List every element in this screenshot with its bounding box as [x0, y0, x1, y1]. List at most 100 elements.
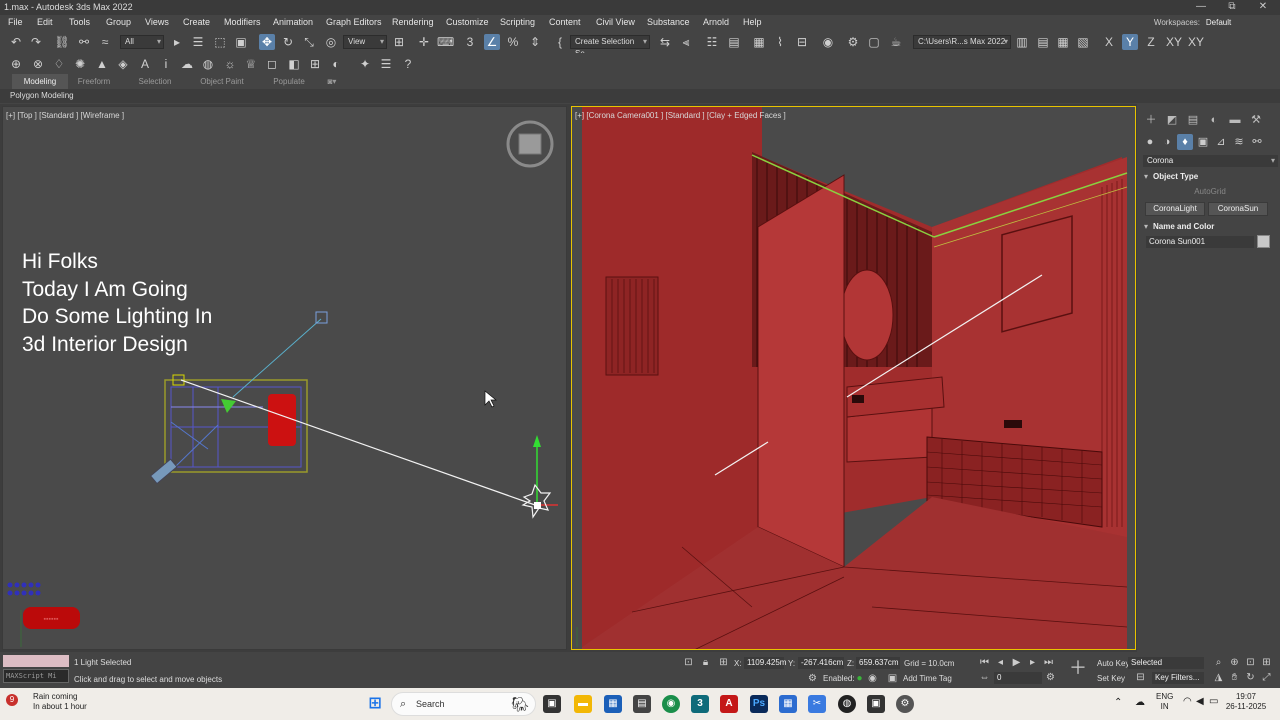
curve-editor-icon[interactable]: ⌇	[772, 34, 788, 50]
menu-arnold[interactable]: Arnold	[703, 15, 729, 30]
tab-modeling[interactable]: Modeling	[12, 74, 68, 89]
rect-selection-icon[interactable]: ⬚	[212, 34, 228, 50]
workspaces-selector[interactable]: Workspaces: Default	[1154, 15, 1231, 30]
key-filter-icon[interactable]: ⊟	[1134, 671, 1147, 684]
prev-frame-icon[interactable]: ◂	[994, 656, 1007, 669]
hierarchy-tab-icon[interactable]: ▤	[1185, 112, 1201, 128]
spotlight-icon[interactable]: ◈	[115, 56, 131, 72]
pan-icon[interactable]: ✋︎	[1228, 671, 1241, 684]
tray-chevron-icon[interactable]: ⌃	[1114, 698, 1122, 708]
time-config-icon[interactable]: ⚙	[1044, 671, 1057, 684]
store-icon[interactable]: ▦	[604, 695, 622, 713]
camera-icon[interactable]: ◐	[328, 56, 344, 72]
calculator-icon[interactable]: ▤	[633, 695, 651, 713]
object-type-rollout[interactable]: Object Type	[1144, 170, 1276, 184]
fov-icon[interactable]: ◮	[1212, 671, 1225, 684]
cameras-icon[interactable]: ▣	[1195, 134, 1211, 150]
named-selection-dropdown[interactable]: Create Selection Se	[570, 35, 650, 58]
menu-tools[interactable]: Tools	[69, 15, 90, 30]
maxscript-listener-output[interactable]	[3, 655, 69, 667]
camera-viewport-label[interactable]: [+] [Corona Camera001 ] [Standard ] [Cla…	[575, 111, 786, 120]
app-icon[interactable]: ▣	[867, 695, 885, 713]
add-time-tag[interactable]: Add Time Tag	[903, 674, 952, 683]
orbit-icon[interactable]: ↻	[1244, 671, 1257, 684]
rendered-frame-icon[interactable]: ▢	[866, 34, 882, 50]
motion-tab-icon[interactable]: ◐	[1206, 112, 1222, 128]
menu-content[interactable]: Content	[549, 15, 581, 30]
helpers-icon[interactable]: ⊿	[1213, 134, 1229, 150]
menu-file[interactable]: File	[8, 15, 23, 30]
menu-create[interactable]: Create	[183, 15, 210, 30]
language-indicator[interactable]: ENG IN	[1156, 692, 1173, 712]
scene-explorer-icon[interactable]: ☷	[704, 34, 720, 50]
selection-filter-dropdown[interactable]: All	[120, 35, 164, 49]
mirror-icon[interactable]: ⇆	[657, 34, 673, 50]
tab-selection[interactable]: Selection	[128, 74, 182, 89]
menu-views[interactable]: Views	[145, 15, 169, 30]
axis-y-button[interactable]: Y	[1122, 34, 1138, 50]
select-move-icon[interactable]: ✥	[259, 34, 275, 50]
systems-icon[interactable]: ⚯	[1249, 134, 1265, 150]
camera-viewport[interactable]: [+] [Corona Camera001 ] [Standard ] [Cla…	[571, 106, 1136, 650]
unlink-icon[interactable]: ⚯	[76, 34, 92, 50]
zoom-extents-icon[interactable]: ⊡	[1244, 656, 1257, 669]
snaps-toggle-icon[interactable]: 3	[462, 34, 478, 50]
coronalight-button[interactable]: CoronaLight	[1145, 202, 1205, 216]
project-path-dropdown[interactable]: C:\Users\R...s Max 2022	[913, 35, 1011, 49]
absolute-mode-icon[interactable]: ⊞	[717, 656, 730, 669]
edit-named-selection-icon[interactable]: {	[552, 34, 568, 50]
utilities-tab-icon[interactable]: ⚒	[1248, 112, 1264, 128]
file-explorer-icon[interactable]: ▬	[574, 695, 592, 713]
set-key-plus-icon[interactable]: ＋	[1068, 658, 1088, 678]
acrobat-icon[interactable]: A	[720, 695, 738, 713]
axis-x-button[interactable]: X	[1101, 34, 1117, 50]
calendar-icon[interactable]: ▦	[779, 695, 797, 713]
wifi-icon[interactable]: ◠	[1183, 697, 1192, 707]
menu-substance[interactable]: Substance	[647, 15, 690, 30]
save-folder-icon[interactable]: ▦	[1055, 34, 1071, 50]
speaker-icon[interactable]: ◀	[1196, 697, 1204, 707]
light-type-dropdown[interactable]: Corona	[1143, 155, 1278, 167]
project-folder-icon[interactable]: ▥	[1014, 34, 1030, 50]
menu-graph-editors[interactable]: Graph Editors	[326, 15, 382, 30]
lamp-icon[interactable]: ♕	[243, 56, 259, 72]
photoshop-icon[interactable]: Ps	[750, 695, 768, 713]
keyboard-shortcut-icon[interactable]: ⌨	[437, 34, 454, 50]
bind-space-warp-icon[interactable]: ≈	[97, 34, 113, 50]
autogrid-checkbox[interactable]: AutoGrid	[1144, 187, 1276, 196]
task-view-icon[interactable]: ▣	[543, 695, 561, 713]
help-circle-icon[interactable]: ?	[400, 56, 416, 72]
menu-group[interactable]: Group	[106, 15, 131, 30]
geometry-icon[interactable]: ●	[1142, 134, 1158, 150]
pivot-center-icon[interactable]: ⊞	[391, 34, 407, 50]
menu-edit[interactable]: Edit	[37, 15, 53, 30]
open-folder-icon[interactable]: ▤	[1035, 34, 1051, 50]
axis-xy-cycle-button[interactable]: XY	[1187, 34, 1205, 50]
axis-z-button[interactable]: Z	[1143, 34, 1159, 50]
tab-object-paint[interactable]: Object Paint	[192, 74, 252, 89]
key-filters-button[interactable]: Key Filters...	[1152, 672, 1204, 684]
ribbon-options-icon[interactable]: ◙▾	[322, 74, 342, 89]
menu-scripting[interactable]: Scripting	[500, 15, 535, 30]
auto-key-button[interactable]: Auto Key	[1097, 659, 1129, 668]
bulb-icon[interactable]: ☼	[222, 56, 238, 72]
media-icon[interactable]: ◍	[838, 695, 856, 713]
maximize-viewport-icon[interactable]: ⤢	[1260, 671, 1273, 684]
spinner-snap-icon[interactable]: ⇕	[527, 34, 543, 50]
adaptive-degradation-icon[interactable]: ⚙	[806, 672, 819, 685]
menu-modifiers[interactable]: Modifiers	[224, 15, 261, 30]
enabled-toggle-icon[interactable]: ●	[853, 672, 866, 685]
select-place-icon[interactable]: ◎	[323, 34, 339, 50]
corona-icon[interactable]: ✦	[357, 56, 373, 72]
display-tab-icon[interactable]: ▬	[1227, 112, 1243, 128]
time-tag-icon[interactable]: ▣	[886, 672, 899, 685]
snipping-icon[interactable]: ✂	[808, 695, 826, 713]
align-icon[interactable]: ⫷	[678, 34, 694, 50]
explore-folder-icon[interactable]: ▧	[1075, 34, 1091, 50]
windows-start-icon[interactable]: ⊞	[366, 695, 384, 713]
current-frame-field[interactable]: 0	[994, 672, 1042, 684]
select-manipulate-icon[interactable]: ✛	[416, 34, 432, 50]
zoom-all-icon[interactable]: ⊕	[1228, 656, 1241, 669]
light-icon[interactable]: ♢	[51, 56, 67, 72]
text-icon[interactable]: A	[137, 56, 153, 72]
